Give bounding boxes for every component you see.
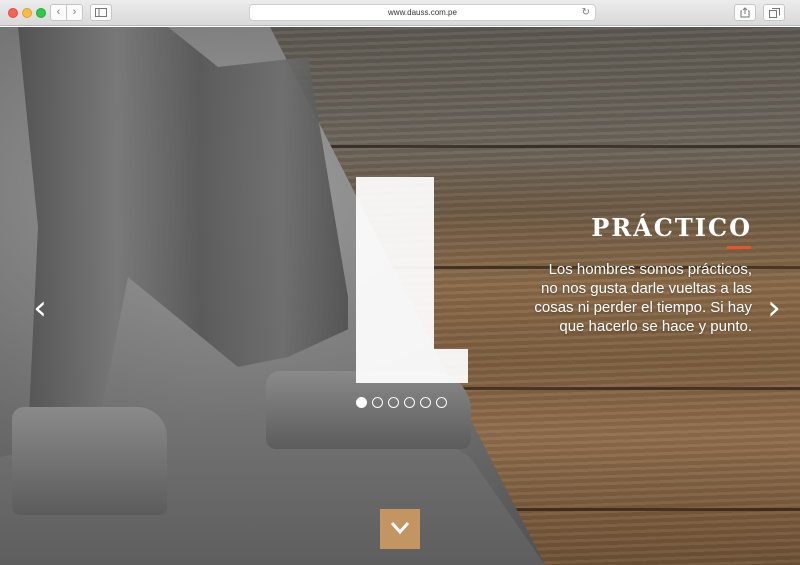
minimize-window-button[interactable] — [22, 8, 32, 18]
sidebar-icon — [95, 8, 107, 17]
share-icon — [740, 7, 750, 18]
address-bar[interactable]: www.dauss.com.pe ↻ — [249, 4, 596, 21]
scroll-down-button[interactable] — [380, 509, 420, 549]
pagination-dot[interactable] — [372, 397, 383, 408]
description-line: que hacerlo se hace y punto. — [559, 318, 752, 335]
pagination-dot[interactable] — [436, 397, 447, 408]
close-window-button[interactable] — [8, 8, 18, 18]
pagination-dot[interactable] — [420, 397, 431, 408]
slide-description: Los hombres somos prácticos, no nos gust… — [452, 260, 752, 336]
maximize-window-button[interactable] — [36, 8, 46, 18]
sidebar-toggle-button[interactable] — [90, 4, 112, 21]
chevron-left-icon: ‹ — [33, 288, 47, 328]
left-boot — [12, 407, 167, 515]
hero-section: PRÁCTICO Los hombres somos prácticos, no… — [0, 27, 800, 565]
share-button[interactable] — [734, 4, 756, 21]
chevron-left-icon: ‹ — [56, 6, 61, 18]
chevron-right-icon: › — [72, 6, 77, 18]
forward-button[interactable]: › — [66, 4, 83, 21]
pagination-dot[interactable] — [404, 397, 415, 408]
headline-underline — [727, 246, 751, 249]
reload-icon[interactable]: ↻ — [582, 5, 590, 20]
browser-toolbar: ‹ › www.dauss.com.pe ↻ — [0, 0, 800, 26]
slide-headline: PRÁCTICO — [591, 213, 752, 242]
next-slide-button[interactable]: › — [762, 289, 786, 329]
tabs-button[interactable] — [763, 4, 785, 21]
chevron-right-icon: › — [767, 288, 781, 328]
chevron-down-icon — [390, 522, 410, 535]
url-text: www.dauss.com.pe — [388, 8, 457, 17]
previous-slide-button[interactable]: ‹ — [28, 289, 52, 329]
pagination-dot[interactable] — [388, 397, 399, 408]
tabs-icon — [768, 8, 780, 18]
description-line: cosas ni perder el tiempo. Si hay — [534, 299, 752, 316]
slider-pagination — [356, 397, 447, 408]
pagination-dot[interactable] — [356, 397, 367, 408]
description-line: no nos gusta darle vueltas a las — [541, 280, 752, 297]
back-button[interactable]: ‹ — [50, 4, 67, 21]
description-line: Los hombres somos prácticos, — [548, 261, 752, 278]
